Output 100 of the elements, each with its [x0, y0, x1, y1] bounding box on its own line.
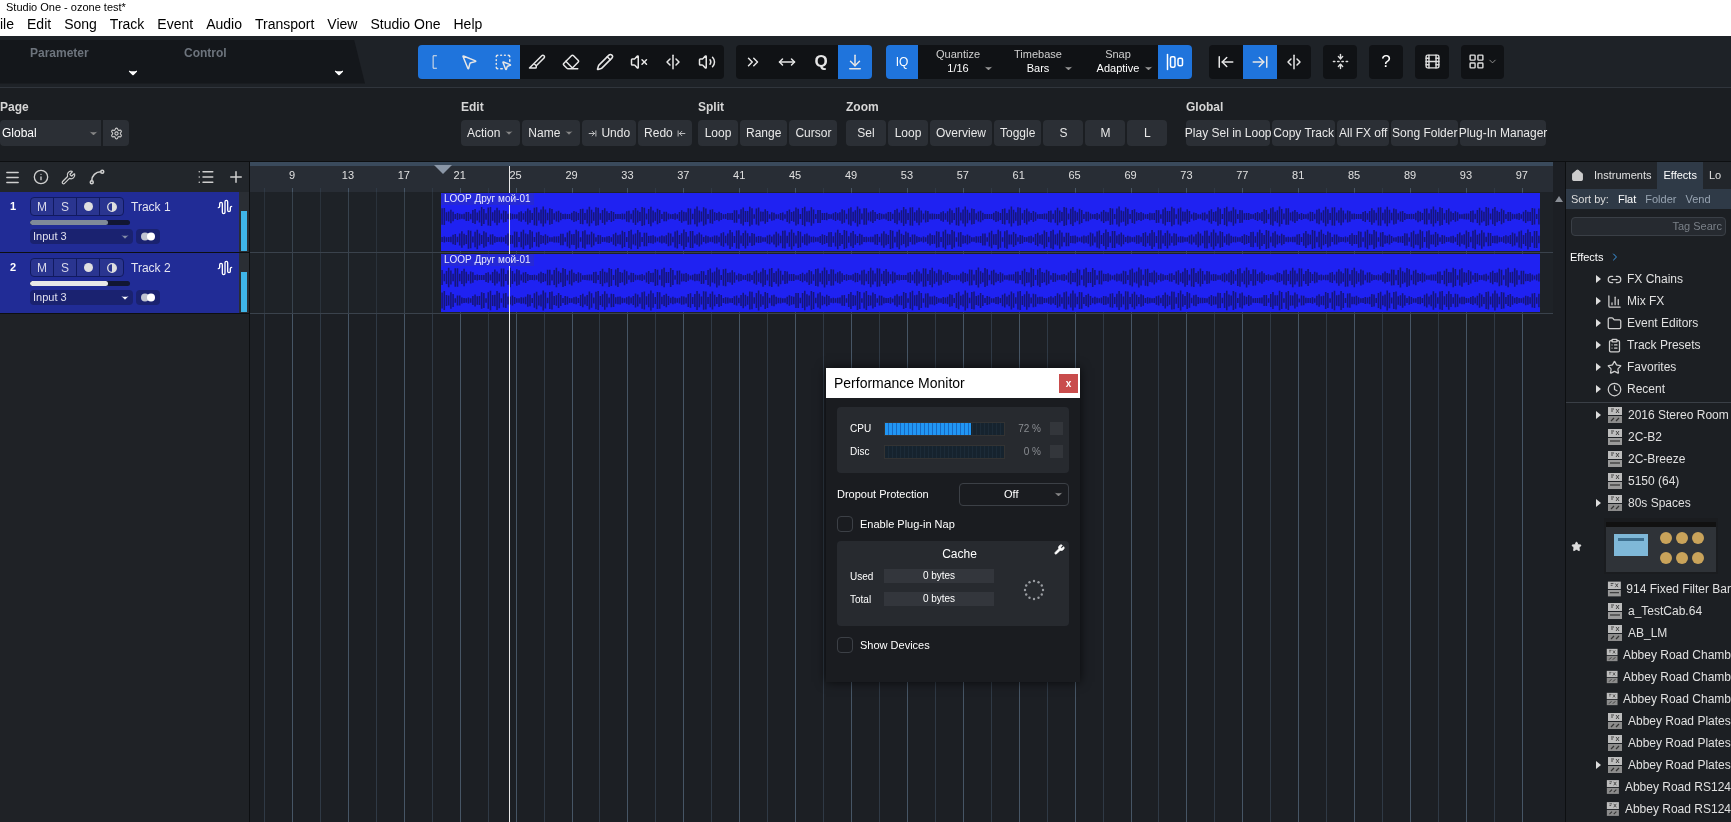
- volume-slider[interactable]: [30, 281, 130, 286]
- macro-button[interactable]: Sel: [846, 120, 886, 146]
- solo-button[interactable]: S: [54, 198, 77, 215]
- tool-button[interactable]: [1209, 44, 1243, 79]
- browser-item[interactable]: Abbey Road Plates: [1566, 754, 1731, 776]
- browser-item[interactable]: 80s Spaces: [1566, 492, 1731, 514]
- macro-button[interactable]: S: [1043, 120, 1084, 146]
- browser-tab[interactable]: Effects: [1657, 162, 1703, 189]
- checkbox[interactable]: [837, 636, 853, 653]
- browser-item[interactable]: a_TestCab.64: [1566, 600, 1731, 622]
- tool-button[interactable]: [520, 44, 554, 79]
- audio-clip[interactable]: LOOP Друг мой-01: [441, 193, 1540, 251]
- link-toggle[interactable]: [136, 290, 160, 305]
- list-view-icon[interactable]: [197, 168, 215, 186]
- tool-button[interactable]: [690, 44, 724, 79]
- tool-button[interactable]: [736, 44, 770, 79]
- tag-search-field[interactable]: Tag Searc: [1571, 216, 1726, 236]
- scroll-up-icon[interactable]: [1555, 196, 1563, 202]
- parameter-field[interactable]: Parameter: [0, 39, 170, 84]
- page-dropdown[interactable]: Global: [0, 120, 101, 146]
- macro-button[interactable]: Song Folder: [1391, 120, 1458, 146]
- browser-item[interactable]: 2C-B2: [1566, 426, 1731, 448]
- help-button[interactable]: ?: [1369, 44, 1403, 79]
- playhead-line[interactable]: [509, 166, 510, 822]
- iq-button[interactable]: IQ: [886, 44, 918, 79]
- sort-option[interactable]: Flat: [1617, 190, 1637, 208]
- browser-tab[interactable]: Instruments: [1588, 162, 1658, 189]
- setting-dropdown[interactable]: Quantize 1/16: [918, 44, 998, 79]
- breadcrumb[interactable]: Effects: [1570, 248, 1604, 266]
- browser-item[interactable]: Abbey Road Plates: [1566, 710, 1731, 732]
- macro-button[interactable]: Redo: [638, 120, 692, 146]
- tool-button[interactable]: [838, 44, 872, 79]
- timeline-ruler[interactable]: 9 13 17 21 25 29 33 37 41 45 49 53 57 61 65 69 73 77 81 85 89 93 97: [250, 162, 1553, 192]
- macro-button[interactable]: Play Sel in Loop: [1186, 120, 1271, 146]
- macro-button[interactable]: Range: [740, 120, 788, 146]
- macro-button[interactable]: Undo: [582, 120, 637, 146]
- browser-item[interactable]: AB_LM: [1566, 622, 1731, 644]
- loop-marker-icon[interactable]: [434, 165, 452, 175]
- browser-item[interactable]: Abbey Road RS124: [1566, 798, 1731, 820]
- menu-item[interactable]: Track: [109, 14, 145, 35]
- curve-icon[interactable]: [88, 168, 106, 186]
- browser-item[interactable]: Abbey Road Chamb: [1566, 644, 1731, 666]
- macro-button[interactable]: Loop: [698, 120, 738, 146]
- macro-button[interactable]: Toggle: [994, 120, 1042, 146]
- menu-item[interactable]: Transport: [254, 14, 315, 35]
- macro-button[interactable]: M: [1085, 120, 1126, 146]
- snap-toggle[interactable]: [1158, 44, 1192, 79]
- macro-button[interactable]: L: [1127, 120, 1168, 146]
- macro-button[interactable]: Copy Track: [1272, 120, 1335, 146]
- menu-item[interactable]: Studio One: [370, 14, 441, 35]
- browser-item[interactable]: 2016 Stereo Room: [1566, 404, 1731, 426]
- menu-item[interactable]: Audio: [206, 14, 242, 35]
- close-button[interactable]: x: [1059, 373, 1078, 393]
- browser-item[interactable]: FX Chains: [1566, 268, 1731, 290]
- browser-item[interactable]: Abbey Road Plates: [1566, 732, 1731, 754]
- setting-dropdown[interactable]: Timebase Bars: [998, 44, 1078, 79]
- macro-button[interactable]: Overview: [930, 120, 992, 146]
- browser-item[interactable]: Track Presets: [1566, 334, 1731, 356]
- toolbar-button[interactable]: [1415, 44, 1449, 79]
- setting-dropdown[interactable]: Snap Adaptive: [1078, 44, 1158, 79]
- wrench-icon[interactable]: [61, 169, 76, 185]
- browser-item[interactable]: Mix FX: [1566, 290, 1731, 312]
- menu-item[interactable]: ile: [0, 14, 14, 35]
- audio-clip[interactable]: LOOP Друг мой-01: [441, 254, 1540, 312]
- sort-option[interactable]: Vend: [1685, 190, 1711, 208]
- macro-button[interactable]: Cursor: [789, 120, 838, 146]
- track-name[interactable]: Track 1: [131, 197, 171, 216]
- mute-button[interactable]: M: [31, 198, 54, 215]
- info-icon[interactable]: [33, 169, 49, 185]
- browser-tab[interactable]: Lo: [1702, 162, 1728, 189]
- browser-item[interactable]: Abbey Road Chamb: [1566, 688, 1731, 710]
- input-dropdown[interactable]: Input 3: [30, 229, 133, 244]
- tool-button[interactable]: [1243, 44, 1277, 79]
- tool-button[interactable]: [418, 44, 452, 79]
- settings-button[interactable]: [103, 120, 129, 146]
- checkbox[interactable]: [837, 516, 853, 533]
- track-header[interactable]: 2 M S Track 2 Input 3: [0, 253, 239, 313]
- macro-button[interactable]: Plug-In Manager: [1460, 120, 1546, 146]
- browser-item[interactable]: Abbey Road RS124: [1566, 776, 1731, 798]
- menu-item[interactable]: Event: [157, 14, 194, 35]
- browser-item[interactable]: Recent: [1566, 378, 1731, 400]
- tool-button[interactable]: [486, 44, 520, 79]
- macro-button[interactable]: All FX off: [1337, 120, 1390, 146]
- star-icon[interactable]: [1571, 540, 1582, 552]
- macro-button[interactable]: Loop: [888, 120, 928, 146]
- browser-item[interactable]: Event Editors: [1566, 312, 1731, 334]
- menu-item[interactable]: Help: [453, 14, 483, 35]
- browser-item[interactable]: 2C-Breeze: [1566, 448, 1731, 470]
- menu-item[interactable]: Song: [64, 14, 97, 35]
- toolbar-button[interactable]: [1461, 44, 1504, 79]
- control-field[interactable]: Control: [170, 39, 360, 84]
- track-name[interactable]: Track 2: [131, 258, 171, 277]
- dropout-dropdown[interactable]: Off: [959, 483, 1069, 506]
- quantize-button[interactable]: Q: [804, 44, 838, 79]
- menu-item[interactable]: Edit: [27, 14, 52, 35]
- macro-button[interactable]: Action: [461, 120, 521, 146]
- browser-item[interactable]: 5150 (64): [1566, 470, 1731, 492]
- link-toggle[interactable]: [136, 229, 160, 244]
- tool-button[interactable]: [1277, 44, 1311, 79]
- track-header[interactable]: 1 M S Track 1 Input 3: [0, 192, 239, 252]
